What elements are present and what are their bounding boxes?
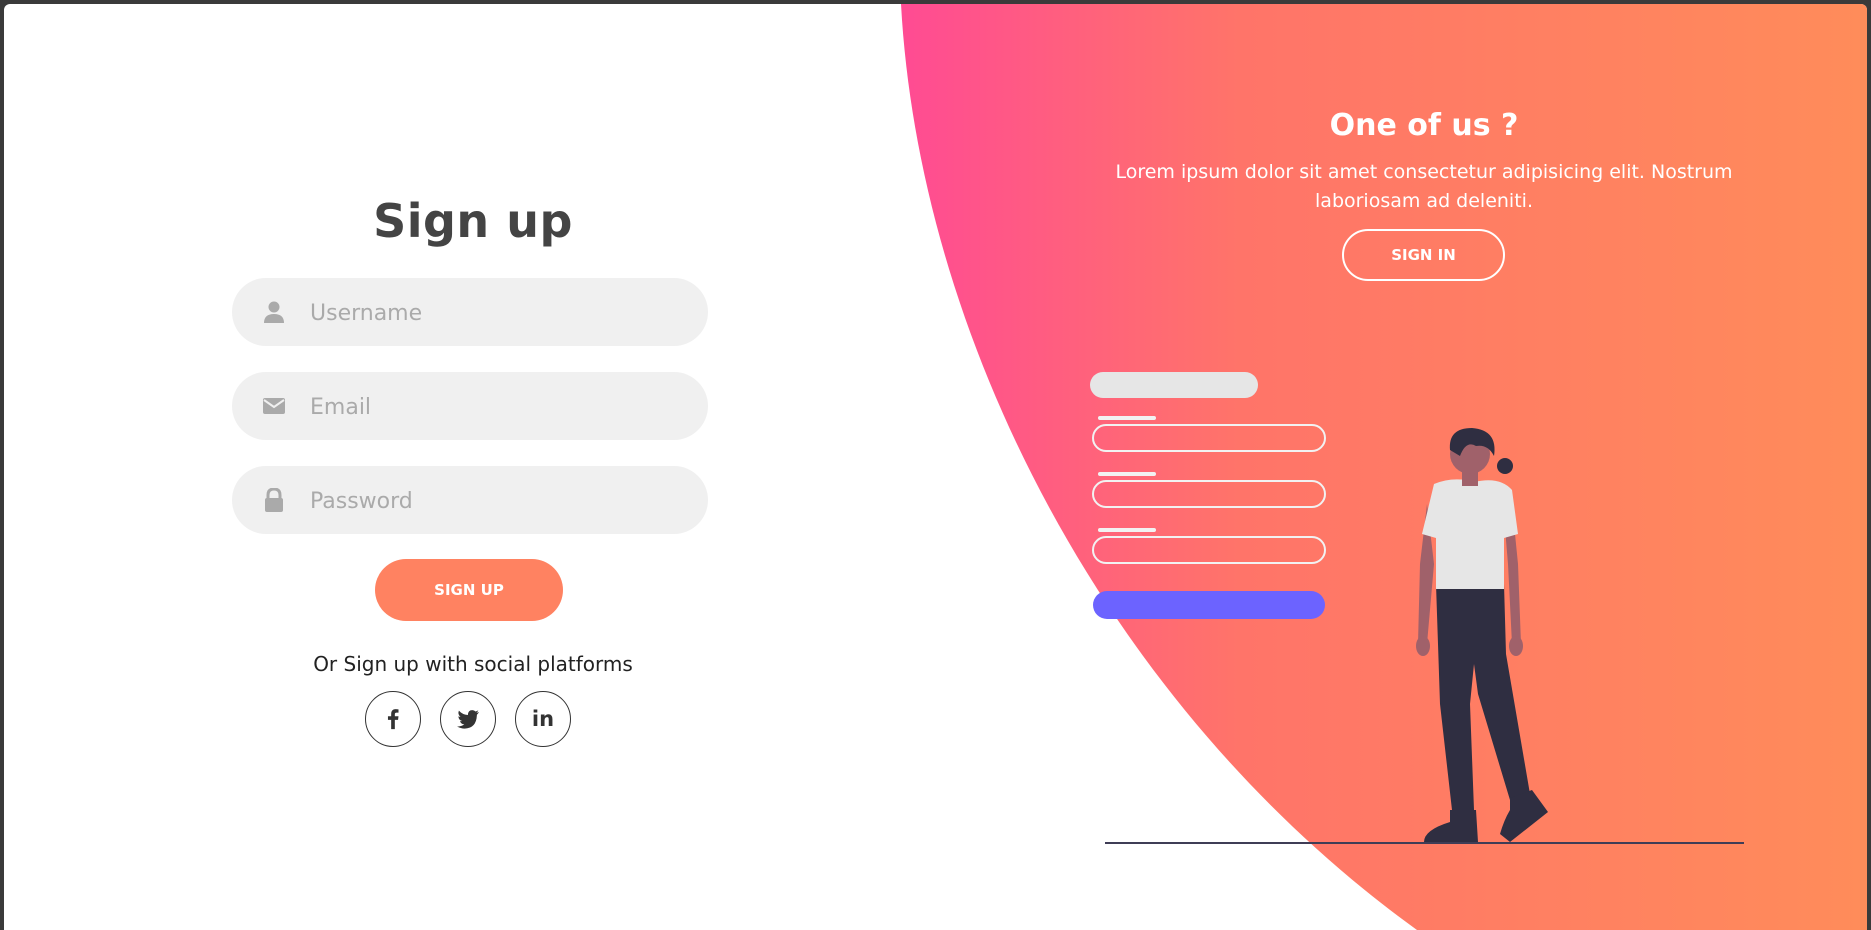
linkedin-button[interactable]: in	[515, 691, 571, 747]
facebook-icon	[387, 709, 399, 730]
username-field[interactable]	[232, 278, 708, 348]
username-input[interactable]	[308, 278, 692, 348]
linkedin-icon: in	[531, 707, 555, 731]
email-field[interactable]	[232, 372, 708, 442]
twitter-button[interactable]	[440, 691, 496, 747]
lock-icon	[265, 488, 283, 512]
app-window: Sign up SIGN UP Or Sign up with social p…	[4, 4, 1867, 930]
signup-button[interactable]: SIGN UP	[375, 559, 563, 621]
twitter-icon	[457, 710, 479, 729]
panel-title: One of us ?	[1329, 108, 1519, 143]
envelope-icon	[263, 398, 285, 414]
signin-button[interactable]: SIGN IN	[1342, 229, 1505, 281]
signup-title: Sign up	[373, 194, 573, 248]
social-text: Or Sign up with social platforms	[313, 652, 633, 676]
email-input[interactable]	[308, 372, 692, 442]
panel-text: Lorem ipsum dolor sit amet consectetur a…	[1115, 161, 1733, 212]
facebook-button[interactable]	[365, 691, 421, 747]
password-input[interactable]	[308, 466, 692, 536]
user-icon	[264, 301, 284, 323]
password-field[interactable]	[232, 466, 708, 536]
